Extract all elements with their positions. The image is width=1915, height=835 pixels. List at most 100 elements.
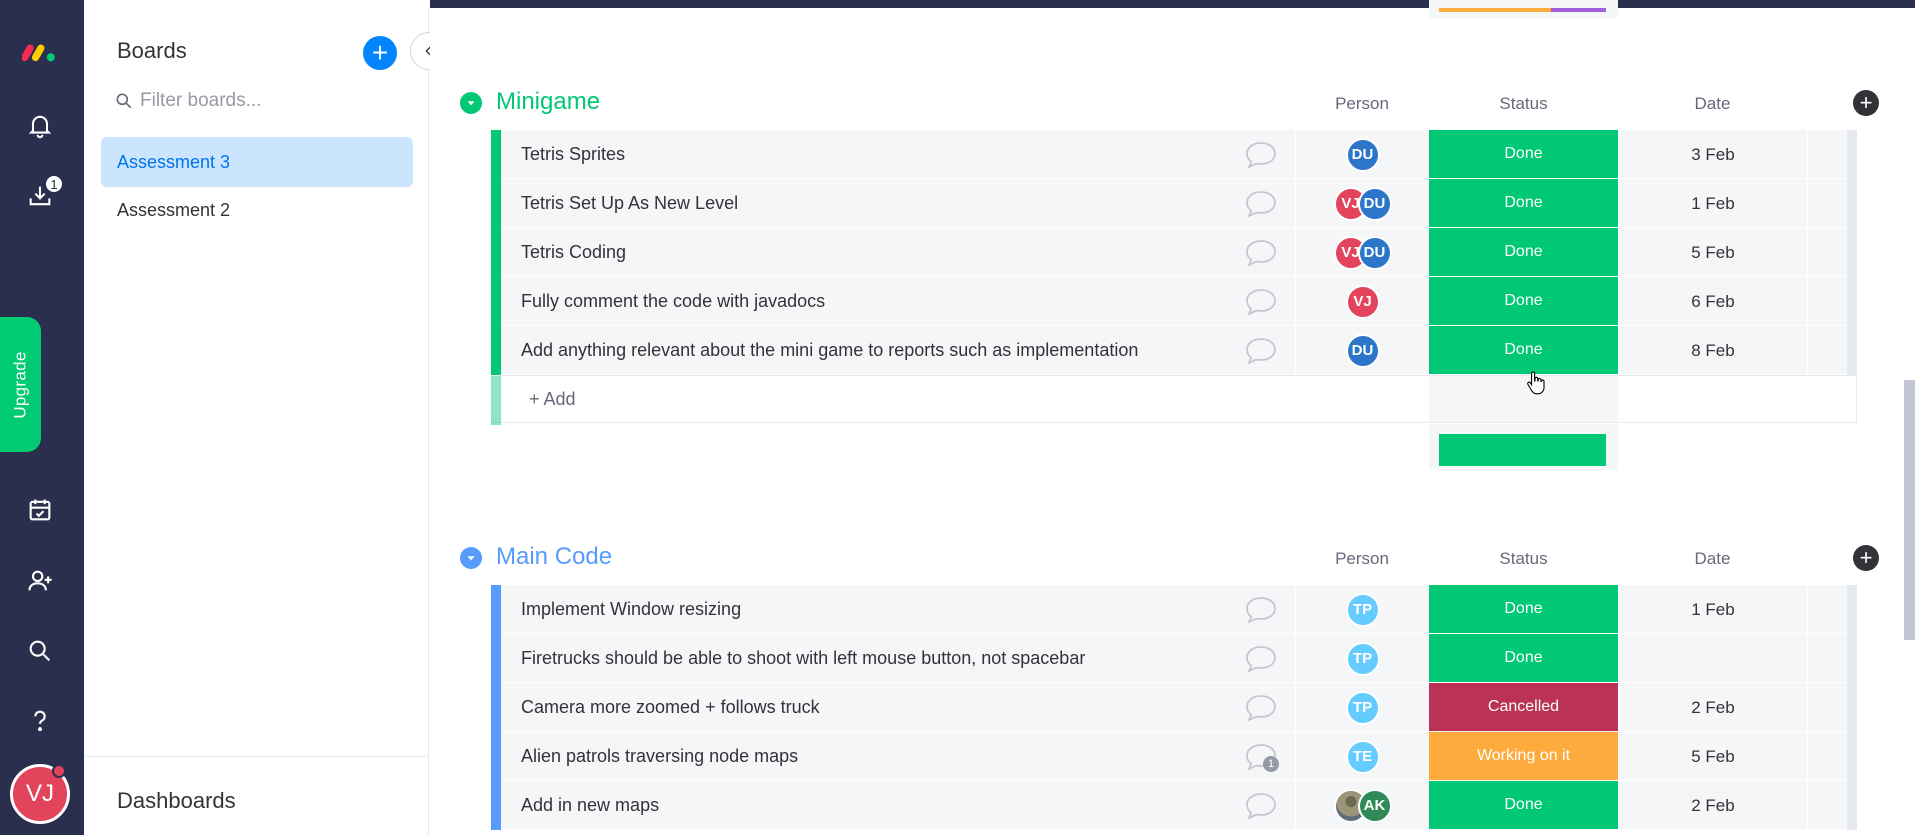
add-board-button[interactable]: + <box>363 36 397 70</box>
column-header-person[interactable]: Person <box>1295 94 1429 114</box>
updates-button[interactable]: 1 <box>1243 742 1279 772</box>
person-cell[interactable]: TP <box>1295 634 1429 683</box>
column-header-status[interactable]: Status <box>1429 94 1618 114</box>
table-row[interactable]: Tetris Coding VJ DU Done 5 Feb <box>491 228 1857 277</box>
empty-cell[interactable] <box>1807 634 1847 683</box>
date-cell[interactable]: 8 Feb <box>1618 326 1807 375</box>
table-row[interactable]: Firetrucks should be able to shoot with … <box>491 634 1857 683</box>
add-item-input[interactable] <box>529 389 929 410</box>
column-header-date[interactable]: Date <box>1618 549 1807 569</box>
empty-cell[interactable] <box>1807 781 1847 830</box>
empty-cell[interactable] <box>1807 326 1847 375</box>
status-cell[interactable]: Done <box>1429 634 1618 682</box>
search-icon[interactable] <box>22 633 58 669</box>
status-cell[interactable]: Done <box>1429 130 1618 178</box>
person-cell[interactable]: DU <box>1295 130 1429 179</box>
board-item-assessment-2[interactable]: Assessment 2 <box>101 185 413 235</box>
table-row[interactable]: Tetris Sprites DU Done 3 Feb <box>491 130 1857 179</box>
person-cell[interactable]: TP <box>1295 683 1429 732</box>
updates-button[interactable] <box>1243 287 1279 317</box>
comment-bubble-icon <box>1246 793 1276 820</box>
empty-cell[interactable] <box>1807 585 1847 634</box>
item-name[interactable]: Fully comment the code with javadocs <box>521 291 825 312</box>
date-cell[interactable]: 2 Feb <box>1618 683 1807 732</box>
person-cell[interactable]: VJ DU <box>1295 179 1429 228</box>
person-cell[interactable]: TP <box>1295 585 1429 634</box>
item-name[interactable]: Alien patrols traversing node maps <box>521 746 798 767</box>
column-header-person[interactable]: Person <box>1295 549 1429 569</box>
updates-button[interactable] <box>1243 791 1279 821</box>
empty-cell[interactable] <box>1807 683 1847 732</box>
status-cell[interactable]: Done <box>1429 326 1618 374</box>
person-cell[interactable]: TE <box>1295 732 1429 781</box>
empty-cell[interactable] <box>1807 277 1847 326</box>
empty-cell[interactable] <box>1807 732 1847 781</box>
item-name[interactable]: Add anything relevant about the mini gam… <box>521 340 1138 361</box>
bell-icon[interactable] <box>22 107 58 143</box>
add-column-button[interactable]: + <box>1853 545 1879 571</box>
item-name[interactable]: Tetris Coding <box>521 242 626 263</box>
status-cell[interactable]: Done <box>1429 585 1618 633</box>
table-row[interactable]: Fully comment the code with javadocs VJ Do… <box>491 277 1857 326</box>
status-cell[interactable]: Done <box>1429 781 1618 829</box>
invite-user-icon[interactable] <box>22 563 58 599</box>
table-row[interactable]: Implement Window resizing TP Done 1 Feb <box>491 585 1857 634</box>
add-column-button[interactable]: + <box>1853 90 1879 116</box>
item-name[interactable]: Tetris Set Up As New Level <box>521 193 738 214</box>
updates-button[interactable] <box>1243 336 1279 366</box>
person-cell[interactable]: AK <box>1295 781 1429 830</box>
date-cell[interactable]: 5 Feb <box>1618 228 1807 277</box>
updates-button[interactable] <box>1243 238 1279 268</box>
group-title[interactable]: Minigame <box>496 88 600 116</box>
status-cell[interactable]: Done <box>1429 277 1618 325</box>
table-row[interactable]: Camera more zoomed + follows truck TP Canc… <box>491 683 1857 732</box>
table-row[interactable]: Add anything relevant about the mini gam… <box>491 326 1857 375</box>
filter-boards-input[interactable] <box>140 90 370 112</box>
column-header-status[interactable]: Status <box>1429 549 1618 569</box>
table-row[interactable]: Add in new maps AK Done 2 Feb <box>491 781 1857 830</box>
date-cell[interactable]: 1 Feb <box>1618 585 1807 634</box>
empty-cell[interactable] <box>1807 179 1847 228</box>
item-name[interactable]: Implement Window resizing <box>521 599 741 620</box>
group-collapse-toggle[interactable] <box>460 92 482 114</box>
status-cell[interactable]: Done <box>1429 179 1618 227</box>
monday-logo-icon[interactable] <box>22 33 58 69</box>
updates-button[interactable] <box>1243 595 1279 625</box>
dashboards-title[interactable]: Dashboards <box>117 788 236 814</box>
date-cell[interactable] <box>1618 634 1807 683</box>
empty-cell[interactable] <box>1807 130 1847 179</box>
item-name[interactable]: Firetrucks should be able to shoot with … <box>521 648 1085 669</box>
date-cell[interactable]: 5 Feb <box>1618 732 1807 781</box>
updates-button[interactable] <box>1243 693 1279 723</box>
updates-button[interactable] <box>1243 644 1279 674</box>
group-collapse-toggle[interactable] <box>460 547 482 569</box>
column-header-date[interactable]: Date <box>1618 94 1807 114</box>
calendar-check-icon[interactable] <box>22 492 58 528</box>
avatar: VJ <box>1345 284 1380 319</box>
updates-button[interactable] <box>1243 140 1279 170</box>
status-cell[interactable]: Cancelled <box>1429 683 1618 731</box>
upgrade-button[interactable]: Upgrade <box>0 317 41 452</box>
updates-button[interactable] <box>1243 189 1279 219</box>
status-cell[interactable]: Working on it <box>1429 732 1618 780</box>
inbox-download-icon[interactable]: 1 <box>22 174 64 214</box>
row-end-cap <box>1847 326 1857 375</box>
help-icon[interactable] <box>22 703 58 739</box>
item-name[interactable]: Tetris Sprites <box>521 144 625 165</box>
table-row[interactable]: Tetris Set Up As New Level VJ DU Done 1 Feb <box>491 179 1857 228</box>
item-name[interactable]: Camera more zoomed + follows truck <box>521 697 820 718</box>
person-cell[interactable]: VJ <box>1295 277 1429 326</box>
date-cell[interactable]: 1 Feb <box>1618 179 1807 228</box>
empty-cell[interactable] <box>1807 228 1847 277</box>
date-cell[interactable]: 3 Feb <box>1618 130 1807 179</box>
person-cell[interactable]: VJ DU <box>1295 228 1429 277</box>
person-cell[interactable]: DU <box>1295 326 1429 375</box>
status-cell[interactable]: Done <box>1429 228 1618 276</box>
item-name[interactable]: Add in new maps <box>521 795 659 816</box>
table-row[interactable]: Alien patrols traversing node maps 1 TE Wor… <box>491 732 1857 781</box>
vertical-scrollbar[interactable] <box>1904 380 1915 640</box>
date-cell[interactable]: 2 Feb <box>1618 781 1807 830</box>
group-title[interactable]: Main Code <box>496 543 612 571</box>
board-item-assessment-3[interactable]: Assessment 3 <box>101 137 413 187</box>
date-cell[interactable]: 6 Feb <box>1618 277 1807 326</box>
